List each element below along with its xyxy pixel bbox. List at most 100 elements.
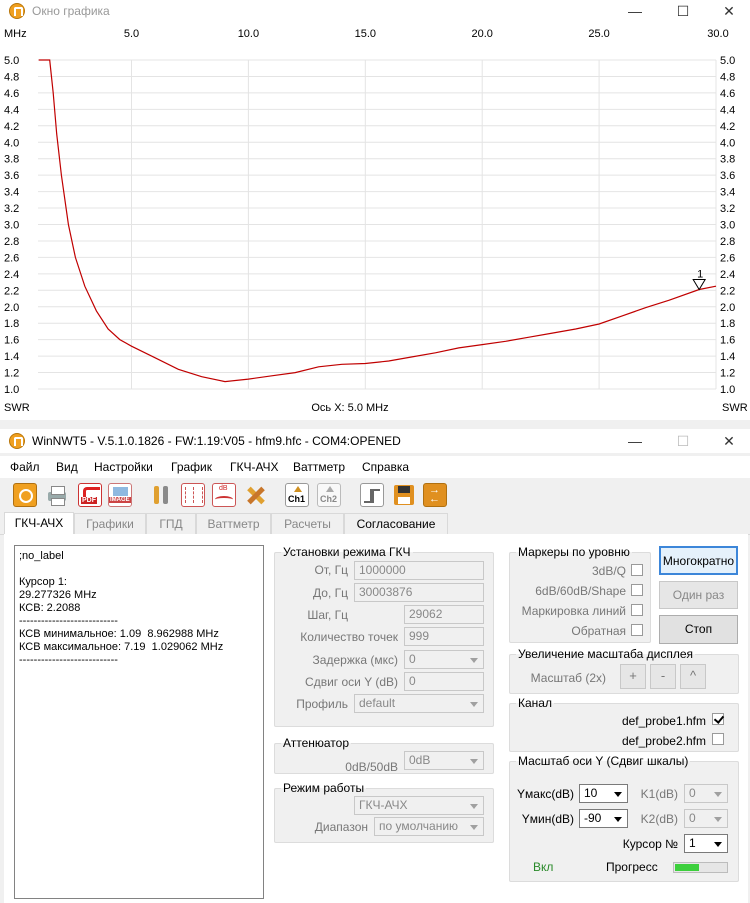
menu-help[interactable]: Справка [362,460,409,474]
probe1-checkbox[interactable] [712,713,724,725]
marker-shape-checkbox[interactable] [631,584,643,596]
pdf-icon[interactable]: PDF [78,483,102,507]
cursor-marker[interactable]: 1 [692,268,707,291]
menu-wattmeter[interactable]: Ваттметр [293,460,345,474]
marker-lines-checkbox[interactable] [631,604,643,616]
y-tick-label-right: 1.4 [720,351,735,363]
sweep-settings-title: Установки режима ГКЧ [283,545,411,559]
y-tick-label-left: 3.4 [4,187,19,199]
zoom-minus-button[interactable]: - [650,664,676,689]
delay-combo[interactable]: 0 [404,650,484,669]
y-tick-label-left: 1.0 [4,384,19,396]
y-tick-labels-right: 5.0 4.8 4.6 4.4 4.2 4.0 3.8 3.6 3.4 3.2 3.0 2.8 2.6 2… [720,55,735,396]
k2-combo[interactable]: 0 [684,809,728,828]
tab-wattmeter[interactable]: Ваттметр [196,513,271,534]
y-tick-label-left: 1.6 [4,335,19,347]
attenuator-combo[interactable]: 0dB [404,751,484,770]
menu-sweep[interactable]: ГКЧ-АЧХ [230,460,279,474]
close-icon[interactable]: ✕ [706,430,750,452]
y-tick-label-left: 3.6 [4,170,19,182]
step-field[interactable]: 29062 [404,605,484,624]
k2-label: K2(dB) [640,812,678,826]
y-tick-label-right: 3.4 [720,187,735,199]
tab-sweep[interactable]: ГКЧ-АЧХ [4,512,74,535]
step-label: Шаг, Гц [307,608,348,622]
y-tick-label-right: 2.0 [720,302,735,314]
graph-window-titlebar[interactable]: Окно графика — ☐ ✕ [0,0,750,22]
db-chart-icon[interactable]: dB [212,483,236,507]
info-text-panel[interactable]: ;no_label Курсор 1: 29.277326 MHz КСВ: 2… [14,545,264,899]
y-unit-label-right: SWR [722,402,748,414]
printer-icon[interactable] [45,483,69,507]
tab-calculations[interactable]: Расчеты [271,513,344,534]
marker-lines-label: Маркировка линий [521,604,626,618]
stop-button[interactable]: Стоп [659,615,738,644]
graph-window-title: Окно графика [32,4,110,18]
y-tick-label-left: 2.8 [4,236,19,248]
channel2-icon[interactable]: Ch2 [317,483,341,507]
tab-vfo[interactable]: ГПД [146,513,196,534]
menu-settings[interactable]: Настройки [94,460,153,474]
calibrate-icon[interactable] [243,483,267,507]
y-tick-label-right: 2.6 [720,252,735,264]
zoom-up-button[interactable]: ^ [680,664,706,689]
probe2-label: def_probe2.hfm [621,734,706,748]
swr-chart[interactable]: 5.0 4.8 4.6 4.4 4.2 4.0 3.8 3.6 3.4 3.2 3.0 2.8 2.6 2… [0,22,750,420]
profile-combo[interactable]: default [354,694,484,713]
y-tick-label-right: 3.6 [720,170,735,182]
x-unit-label: MHz [4,28,27,40]
power-icon[interactable] [13,483,37,507]
mode-combo[interactable]: ГКЧ-АЧХ [354,796,484,815]
minimize-icon[interactable]: — [612,430,658,452]
tab-bar: ГКЧ-АЧХ Графики ГПД Ваттметр Расчеты Сог… [0,512,750,535]
from-label: От, Гц [314,563,348,577]
swap-icon[interactable]: → ← [423,483,447,507]
points-field[interactable]: 999 [404,627,484,646]
sweep-icon[interactable] [360,483,384,507]
range-combo[interactable]: по умолчанию [374,817,484,836]
marker-3db-checkbox[interactable] [631,564,643,576]
ymin-combo[interactable]: -90 [579,809,628,828]
marker-3db-label: 3dB/Q [591,564,626,578]
y-tick-label-left: 4.6 [4,88,19,100]
progress-bar-fill [675,864,699,871]
menu-bar: Файл Вид Настройки График ГКЧ-АЧХ Ваттме… [0,456,750,478]
ymax-combo[interactable]: 10 [579,784,628,803]
image-icon[interactable]: IMAGE [108,483,132,507]
to-field[interactable]: 30003876 [354,583,484,602]
main-window-titlebar[interactable]: WinNWT5 - V.5.1.0.1826 - FW:1.19:V05 - h… [0,429,750,453]
attenuator-label: 0dB/50dB [345,760,398,774]
tools-icon[interactable] [150,483,174,507]
info-line: 29.277326 MHz [19,589,97,601]
save-icon[interactable] [392,483,416,507]
probe2-checkbox[interactable] [712,733,724,745]
channel1-icon[interactable]: Ch1 [285,483,309,507]
tab-graphs[interactable]: Графики [74,513,146,534]
k1-combo[interactable]: 0 [684,784,728,803]
y-tick-labels-left: 5.0 4.8 4.6 4.4 4.2 4.0 3.8 3.6 3.4 3.2 3.0 2.8 2.6 2… [4,55,19,396]
graph-area[interactable]: 5.0 4.8 4.6 4.4 4.2 4.0 3.8 3.6 3.4 3.2 3.0 2.8 2.6 2… [0,22,750,420]
multi-sweep-button[interactable]: Многократно [659,546,738,575]
tab-matching[interactable]: Согласование [344,513,448,534]
single-sweep-button[interactable]: Один раз [659,581,738,609]
range-label: Диапазон [314,820,368,834]
yshift-label: Сдвиг оси Y (dB) [305,675,398,689]
minimize-icon[interactable]: — [612,0,658,22]
yshift-field[interactable]: 0 [404,672,484,691]
y-tick-label-right: 2.2 [720,285,735,297]
maximize-icon[interactable]: ☐ [660,0,706,22]
x-tick-label: 25.0 [588,28,609,40]
zoom-plus-button[interactable]: + [620,664,646,689]
maximize-icon: ☐ [676,433,690,449]
menu-graph[interactable]: График [171,460,212,474]
y-tick-label-right: 3.0 [720,220,735,232]
from-field[interactable]: 1000000 [354,561,484,580]
marker-inverse-checkbox[interactable] [631,624,643,636]
close-icon[interactable]: ✕ [706,0,750,22]
menu-view[interactable]: Вид [56,460,78,474]
menu-file[interactable]: Файл [10,460,40,474]
grid-icon[interactable] [181,483,205,507]
info-line: ;no_label [19,550,64,562]
chart-grid [38,59,717,390]
cursor-number-combo[interactable]: 1 [684,834,728,853]
